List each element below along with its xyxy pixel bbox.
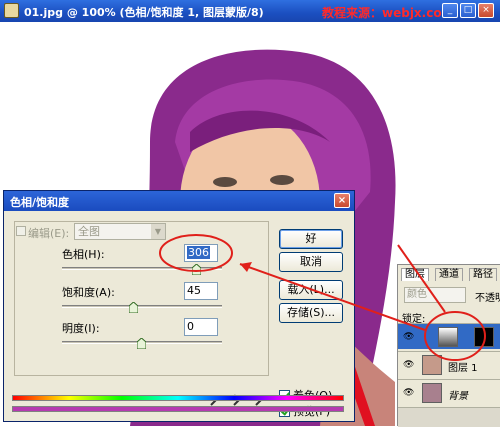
annotation-overlay [159, 234, 486, 361]
arrow-line-upper [397, 244, 446, 313]
hue-highlight-circle [159, 234, 233, 272]
arrow-line [239, 263, 426, 331]
layer-highlight-circle [424, 311, 486, 361]
